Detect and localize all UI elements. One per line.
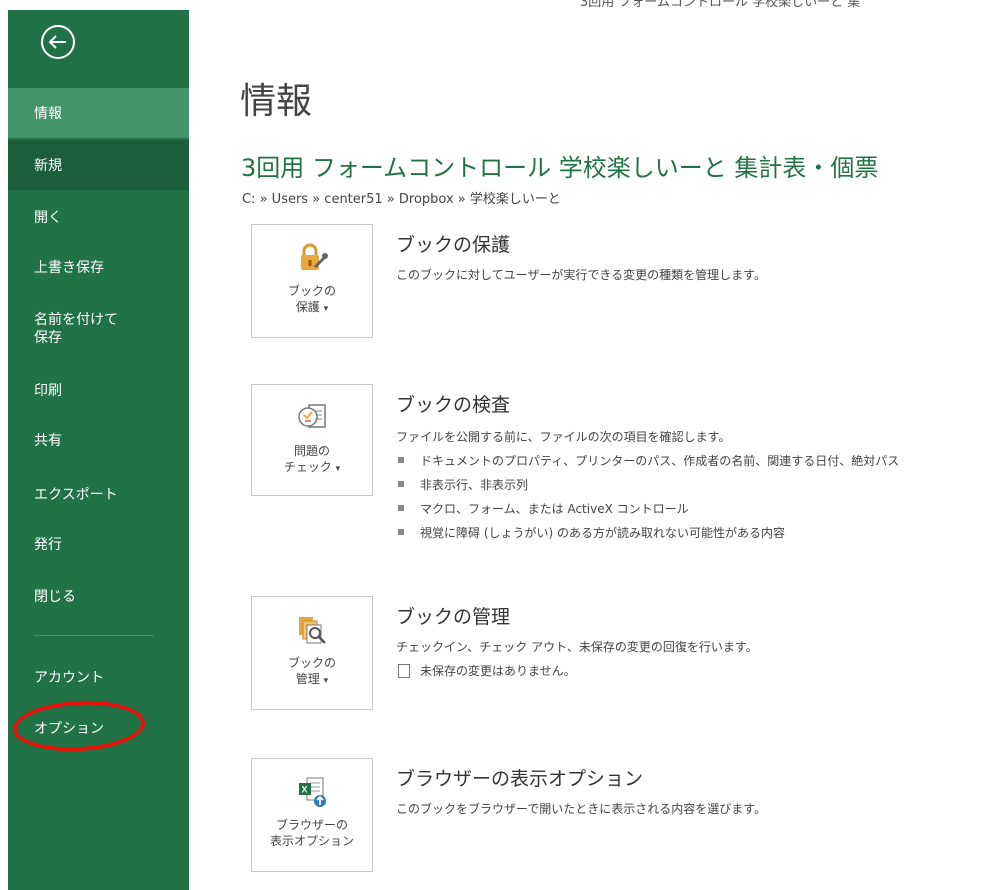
lock-key-icon: [301, 243, 328, 270]
section-title-manage: ブックの管理: [396, 606, 511, 628]
nav-item-save-as[interactable]: 名前を付けて 保存: [8, 300, 189, 358]
nav-item-open[interactable]: 開く: [8, 192, 189, 242]
document-icon: [398, 663, 410, 678]
back-arrow-icon[interactable]: [40, 24, 76, 60]
list-item: ドキュメントのプロパティ、プリンターのパス、作成者の名前、関連する日付、絶対パス: [398, 448, 899, 472]
bullet-text: ドキュメントのプロパティ、プリンターのパス、作成者の名前、関連する日付、絶対パス: [420, 453, 900, 468]
dropdown-caret-icon: ▾: [323, 676, 329, 686]
nav-item-info[interactable]: 情報: [8, 88, 189, 138]
button-label-line2: チェック: [283, 460, 332, 474]
page-title: 情報: [240, 81, 313, 122]
nav-item-new[interactable]: 新規: [8, 140, 189, 190]
bullet-text: 非表示行、非表示列: [420, 477, 529, 492]
button-label-line1: 問題の: [293, 444, 330, 458]
button-label-line2: 表示オプション: [269, 834, 354, 848]
nav-item-save[interactable]: 上書き保存: [8, 242, 189, 292]
nav-item-publish[interactable]: 発行: [8, 519, 189, 569]
inspect-bullet-list: ドキュメントのプロパティ、プリンターのパス、作成者の名前、関連する日付、絶対パス…: [398, 448, 899, 544]
section-title-browser-view: ブラウザーの表示オプション: [396, 768, 644, 790]
nav-item-share[interactable]: 共有: [8, 415, 189, 465]
list-item: マクロ、フォーム、または ActiveX コントロール: [398, 496, 899, 520]
section-desc-manage: チェックイン、チェック アウト、未保存の変更の回復を行います。: [396, 640, 758, 654]
manage-workbook-button[interactable]: ブックの管理 ▾: [251, 596, 373, 710]
nav-item-account[interactable]: アカウント: [8, 652, 189, 702]
nav-divider: [34, 635, 154, 636]
dropdown-caret-icon: ▾: [323, 304, 329, 314]
browser-view-options-button[interactable]: X ブラウザーの 表示オプション: [251, 758, 373, 872]
excel-web-icon: X: [299, 777, 326, 807]
section-title-inspect: ブックの検査: [396, 394, 511, 416]
bullet-icon: [398, 505, 404, 511]
list-item: 視覚に障碍 (しょうがい) のある方が読み取れない可能性がある内容: [398, 520, 899, 544]
section-desc-protect: このブックに対してユーザーが実行できる変更の種類を管理します。: [396, 268, 766, 282]
svg-text:X: X: [302, 785, 308, 795]
button-label-line1: ブックの: [287, 284, 336, 298]
manage-versions-icon: [299, 617, 326, 644]
button-label-line2: 管理: [295, 672, 320, 686]
nav-item-export[interactable]: エクスポート: [8, 469, 189, 519]
window-title: 3回用 フォームコントロール 学校楽しいーと 集: [580, 0, 861, 10]
unsaved-changes-text: 未保存の変更はありません。: [420, 664, 576, 678]
backstage-nav: 情報 新規 開く 上書き保存 名前を付けて 保存 印刷 共有 エクスポート 発行…: [8, 10, 189, 890]
unsaved-changes-status: 未保存の変更はありません。: [398, 662, 576, 679]
protect-workbook-button[interactable]: ブックの保護 ▾: [251, 224, 373, 338]
title-bar: 3回用 フォームコントロール 学校楽しいーと 集: [0, 0, 1007, 10]
button-label-line1: ブックの: [287, 656, 336, 670]
nav-item-close[interactable]: 閉じる: [8, 571, 189, 621]
nav-item-print[interactable]: 印刷: [8, 365, 189, 415]
bullet-text: 視覚に障碍 (しょうがい) のある方が読み取れない可能性がある内容: [420, 525, 785, 540]
bullet-icon: [398, 529, 404, 535]
bullet-icon: [398, 457, 404, 463]
document-path[interactable]: C: » Users » center51 » Dropbox » 学校楽しいー…: [242, 188, 561, 207]
button-label-line1: ブラウザーの: [275, 818, 348, 832]
document-title: 3回用 フォームコントロール 学校楽しいーと 集計表・個票: [241, 154, 879, 182]
inspect-document-icon: [298, 404, 326, 428]
section-desc-inspect: ファイルを公開する前に、ファイルの次の項目を確認します。: [396, 430, 731, 444]
bullet-icon: [398, 481, 404, 487]
button-label-line2: 保護: [295, 300, 320, 314]
check-for-issues-button[interactable]: 問題のチェック ▾: [251, 384, 373, 496]
section-desc-browser-view: このブックをブラウザーで開いたときに表示される内容を選びます。: [396, 802, 767, 816]
dropdown-caret-icon: ▾: [335, 464, 341, 474]
list-item: 非表示行、非表示列: [398, 472, 899, 496]
bullet-text: マクロ、フォーム、または ActiveX コントロール: [420, 501, 689, 516]
section-title-protect: ブックの保護: [396, 234, 511, 256]
